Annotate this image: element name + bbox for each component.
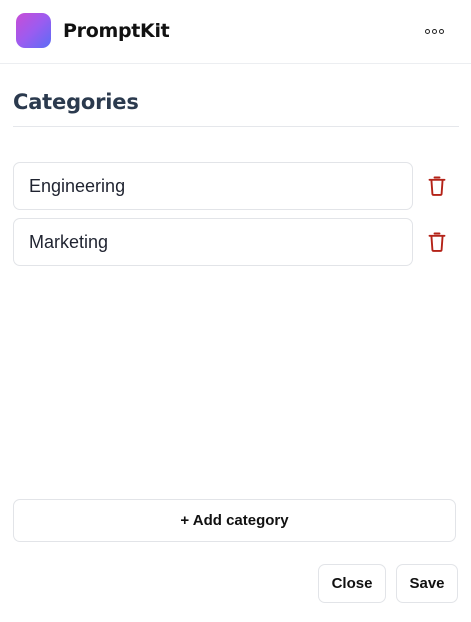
trash-icon <box>428 176 446 196</box>
delete-category-button[interactable] <box>426 230 448 254</box>
trash-icon <box>428 232 446 252</box>
app-logo-icon <box>16 13 51 48</box>
add-category-button[interactable]: + Add category <box>13 499 456 542</box>
category-input[interactable] <box>13 162 413 210</box>
close-button[interactable]: Close <box>318 564 386 603</box>
delete-category-button[interactable] <box>426 174 448 198</box>
section-title: Categories <box>13 90 139 114</box>
section-divider <box>13 126 459 127</box>
app-header: PromptKit <box>0 0 471 64</box>
more-options-icon-dot <box>431 28 437 34</box>
app-title: PromptKit <box>63 20 170 42</box>
app-window: PromptKit Categories + Add category Clos… <box>0 0 471 622</box>
more-options-button[interactable] <box>418 20 450 42</box>
category-input[interactable] <box>13 218 413 266</box>
save-button[interactable]: Save <box>396 564 458 603</box>
more-options-icon <box>424 28 430 34</box>
more-options-icon-dot <box>438 28 444 34</box>
